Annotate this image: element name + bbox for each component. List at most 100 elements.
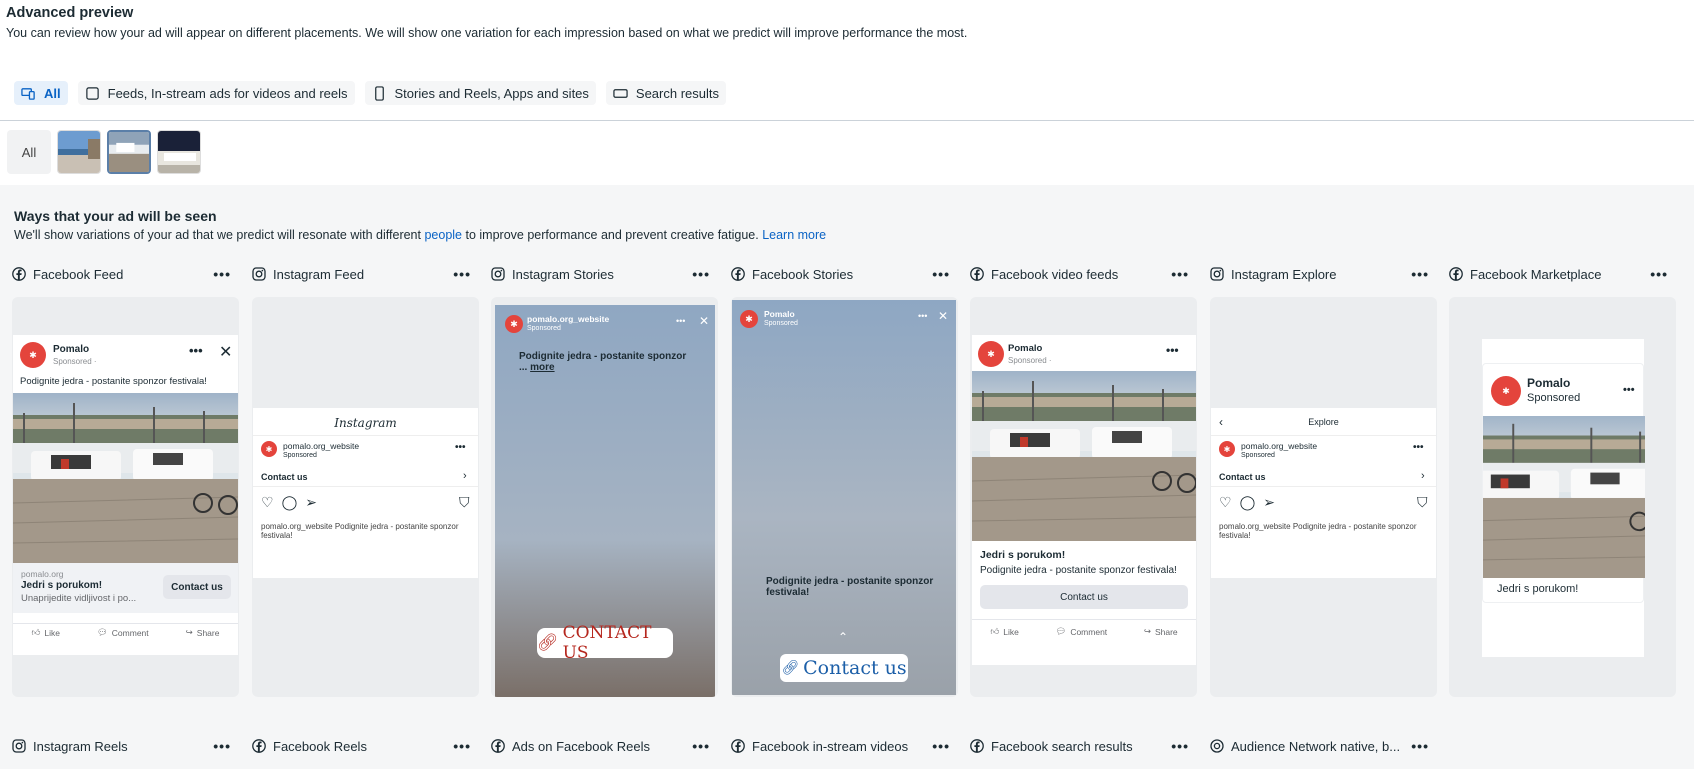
chevron-up-icon: ⌃ xyxy=(838,630,849,644)
preview-card: ✱ pomalo.org_website Sponsored ••• ✕ Pod… xyxy=(491,297,718,697)
tab-all-label: All xyxy=(44,85,61,101)
advanced-preview-header: Advanced preview You can review how your… xyxy=(6,4,967,40)
tab-search-results[interactable]: Search results xyxy=(605,81,726,105)
comment-icon[interactable]: ◯ xyxy=(1240,494,1256,511)
facebook-feed-post: ✱ Pomalo Sponsored · ••• ✕ Podignite jed… xyxy=(13,335,238,655)
heart-icon[interactable]: ♡ xyxy=(1219,494,1232,511)
page-avatar: ✱ xyxy=(1491,376,1521,406)
placement-name: Facebook search results xyxy=(991,738,1133,754)
instagram-feed-post: Instagram ✱ pomalo.org_website Sponsored… xyxy=(253,408,478,578)
close-icon[interactable]: ✕ xyxy=(938,309,948,323)
more-options-icon[interactable]: ••• xyxy=(692,266,710,282)
more-options-icon[interactable]: ••• xyxy=(453,266,471,282)
contact-us-button[interactable]: Contact us xyxy=(980,585,1188,609)
tab-feeds[interactable]: Feeds, In-stream ads for videos and reel… xyxy=(77,81,355,105)
heart-icon[interactable]: ♡ xyxy=(261,494,274,511)
preview-card: Instagram ✱ pomalo.org_website Sponsored… xyxy=(252,297,479,697)
audience-network-icon xyxy=(1210,739,1224,753)
rectangle-icon xyxy=(613,88,628,98)
placement-name: Instagram Feed xyxy=(273,266,365,282)
more-icon[interactable]: ••• xyxy=(1623,384,1635,396)
comment-button[interactable]: 💬︎ Comment xyxy=(1056,626,1108,637)
send-icon[interactable]: ➢ xyxy=(1263,494,1275,511)
page-title: Advanced preview xyxy=(6,5,134,21)
marketplace-post: ✱ Pomalo Sponsored ••• Jedri s porukom! xyxy=(1482,363,1645,603)
page-avatar: ✱ xyxy=(20,342,46,368)
link-icon: 🔗︎ xyxy=(781,660,800,676)
more-icon[interactable]: ••• xyxy=(189,343,203,358)
creative-thumbnail-2[interactable] xyxy=(107,130,151,174)
tab-stories-reels[interactable]: Stories and Reels, Apps and sites xyxy=(364,81,596,105)
creative-thumbnail-3[interactable] xyxy=(157,130,201,174)
more-options-icon[interactable]: ••• xyxy=(1411,738,1429,754)
divider xyxy=(0,120,1694,121)
more-icon[interactable]: ••• xyxy=(1166,343,1179,357)
instagram-icon xyxy=(252,267,266,281)
ad-video xyxy=(972,371,1196,541)
more-options-icon[interactable]: ••• xyxy=(213,738,231,754)
preview-card: ✱ Pomalo Sponsored · ••• Jedri s porukom… xyxy=(970,297,1197,697)
more-options-icon[interactable]: ••• xyxy=(1650,266,1668,282)
more-icon[interactable]: ••• xyxy=(918,311,927,321)
creative-thumbnail-1[interactable] xyxy=(57,130,101,174)
share-button[interactable]: ↪ Share xyxy=(186,627,220,638)
more-icon[interactable]: ••• xyxy=(1413,442,1424,453)
ad-image xyxy=(13,393,238,563)
page-avatar: ✱ xyxy=(261,441,277,457)
placement-name: Facebook Reels xyxy=(273,738,367,754)
more-options-icon[interactable]: ••• xyxy=(1171,266,1189,282)
ways-description: We'll show variations of your ad that we… xyxy=(14,228,827,242)
more-options-icon[interactable]: ••• xyxy=(453,738,471,754)
facebook-icon xyxy=(252,739,266,753)
preview-card: ✱ Pomalo Sponsored · ••• ✕ Podignite jed… xyxy=(12,297,239,697)
placement-name: Facebook Feed xyxy=(33,266,124,282)
placement-name: Facebook Marketplace xyxy=(1470,266,1602,282)
story-frame: ✱ pomalo.org_website Sponsored ••• ✕ Pod… xyxy=(495,305,715,697)
placement-name: Audience Network native, b... xyxy=(1231,738,1401,754)
more-icon[interactable]: ••• xyxy=(676,316,685,326)
page-avatar: ✱ xyxy=(1219,441,1235,457)
more-options-icon[interactable]: ••• xyxy=(213,266,231,282)
tab-all[interactable]: All xyxy=(14,81,68,105)
more-options-icon[interactable]: ••• xyxy=(1171,738,1189,754)
chevron-right-icon: › xyxy=(1421,470,1425,482)
more-options-icon[interactable]: ••• xyxy=(932,266,950,282)
page-avatar: ✱ xyxy=(978,341,1004,367)
more-icon[interactable]: ••• xyxy=(455,442,466,453)
close-icon[interactable]: ✕ xyxy=(699,314,709,328)
facebook-icon xyxy=(970,739,984,753)
comment-icon[interactable]: ◯ xyxy=(282,494,298,511)
contact-us-sticker[interactable]: 🔗︎ Contact us xyxy=(780,654,908,682)
placement-name: Facebook video feeds xyxy=(991,266,1119,282)
contact-us-button[interactable]: Contact us xyxy=(163,575,231,599)
preview-card: ✱ Pomalo Sponsored ••• ✕ Podignite jedra… xyxy=(731,297,958,697)
share-button[interactable]: ↪ Share xyxy=(1144,626,1178,637)
contact-us-sticker[interactable]: 🔗︎ CONTACT US xyxy=(537,623,673,663)
page-avatar: ✱ xyxy=(740,310,758,328)
facebook-icon xyxy=(731,267,745,281)
more-options-icon[interactable]: ••• xyxy=(692,738,710,754)
creative-all-button[interactable]: All xyxy=(7,130,51,174)
like-button[interactable]: 👍︎ Like xyxy=(32,627,60,638)
close-icon[interactable]: ✕ xyxy=(219,342,232,362)
instagram-logo: Instagram xyxy=(334,416,397,430)
square-icon xyxy=(85,86,99,100)
comment-button[interactable]: 💬︎ Comment xyxy=(97,627,149,638)
bookmark-icon[interactable]: ⛉ xyxy=(1417,494,1428,511)
more-options-icon[interactable]: ••• xyxy=(932,738,950,754)
page-description: You can review how your ad will appear o… xyxy=(6,26,968,40)
link-icon: 🔗︎ xyxy=(537,633,559,653)
like-button[interactable]: 👍︎ Like xyxy=(990,626,1018,637)
bookmark-icon[interactable]: ⛉ xyxy=(459,494,470,511)
tab-stories-label: Stories and Reels, Apps and sites xyxy=(394,85,589,101)
creative-selector: All xyxy=(7,130,201,174)
page-avatar: ✱ xyxy=(505,315,523,333)
learn-more-link[interactable]: Learn more xyxy=(762,228,826,242)
placement-name: Instagram Explore xyxy=(1231,266,1337,282)
send-icon[interactable]: ➢ xyxy=(305,494,317,511)
placement-name: Ads on Facebook Reels xyxy=(512,738,651,754)
ways-section: Ways that your ad will be seen We'll sho… xyxy=(14,208,826,242)
more-options-icon[interactable]: ••• xyxy=(1411,266,1429,282)
people-link[interactable]: people xyxy=(424,228,462,242)
facebook-icon xyxy=(970,267,984,281)
